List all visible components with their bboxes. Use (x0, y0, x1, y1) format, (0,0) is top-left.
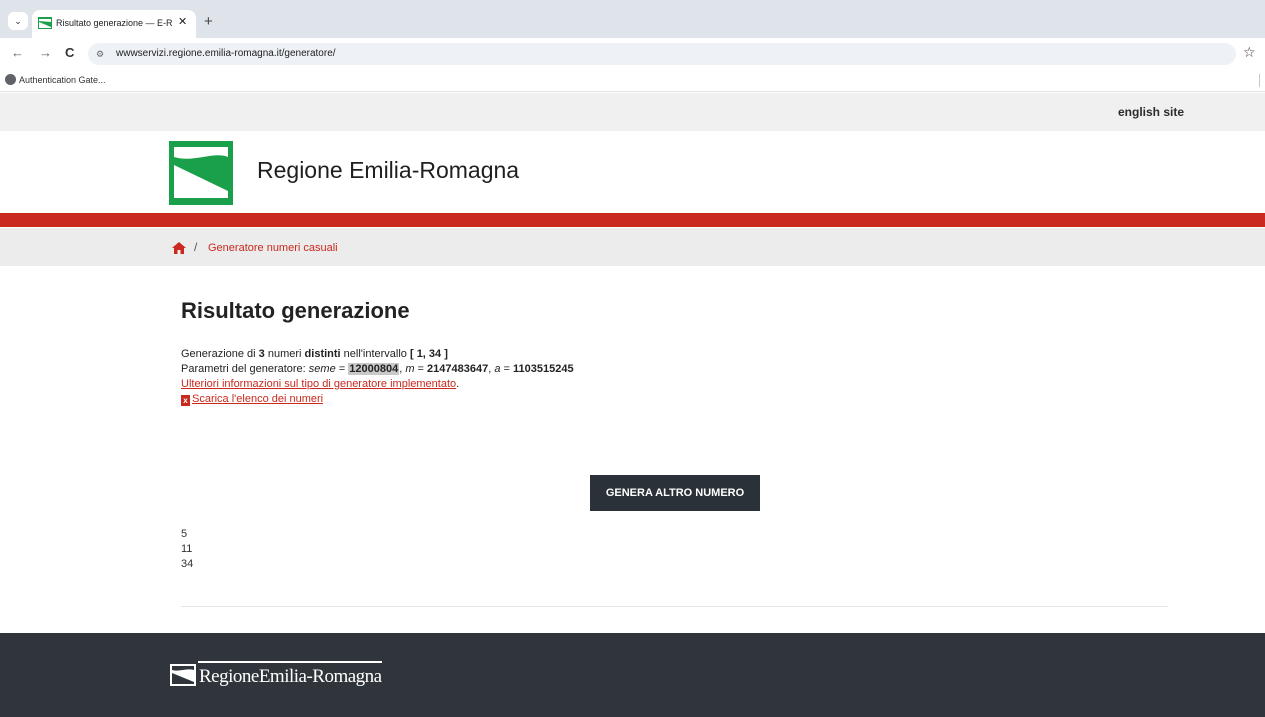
footer-brand-logo[interactable]: RegioneEmilia-Romagna (170, 661, 382, 691)
site-footer: RegioneEmilia-Romagna (0, 633, 1265, 717)
a-value: 1103515245 (513, 363, 574, 375)
generation-info: Generazione di 3 numeri distinti nell'in… (181, 347, 881, 407)
footer-region-mark-icon (170, 664, 196, 686)
browser-tab-bar: ⌄ Risultato generazione — E-R | ✕ + (0, 0, 1265, 38)
bookmarks-divider (1259, 74, 1260, 87)
back-icon[interactable]: ← (11, 45, 24, 61)
tab-search-menu-button[interactable]: ⌄ (8, 12, 28, 30)
footer-brand-text: RegioneEmilia-Romagna (199, 666, 382, 687)
header-red-stripe (0, 213, 1265, 227)
bookmarks-bar: Authentication Gate... (0, 70, 1265, 92)
content-divider (181, 606, 1168, 607)
globe-icon (5, 74, 16, 85)
utility-bar: english site (0, 93, 1265, 131)
download-numbers-link[interactable]: Scarica l'elenco dei numeri (192, 393, 323, 405)
star-icon[interactable]: ☆ (1243, 44, 1256, 60)
list-item: 11 (181, 543, 193, 555)
tab-close-icon[interactable]: ✕ (178, 15, 187, 29)
generate-another-button[interactable]: GENERA ALTRO NUMERO (590, 475, 760, 511)
region-logo-icon[interactable] (169, 141, 233, 205)
breadcrumb-generatore-link[interactable]: Generatore numeri casuali (208, 241, 338, 256)
page-title: Risultato generazione (181, 298, 410, 323)
forward-icon[interactable]: → (39, 45, 52, 61)
breadcrumb: / Generatore numeri casuali (0, 228, 1265, 266)
list-item: 34 (181, 558, 194, 570)
footer-logo-rule (198, 661, 382, 663)
address-bar[interactable]: ⚙ wwwservizi.regione.emilia-romagna.it/g… (88, 43, 1236, 65)
site-header: Regione Emilia-Romagna (0, 131, 1265, 213)
generation-summary: Generazione di 3 numeri distinti nell'in… (181, 348, 448, 360)
site-info-icon[interactable]: ⚙ (96, 47, 104, 61)
distinct-label: distinti (304, 348, 341, 360)
breadcrumb-separator: / (194, 240, 198, 254)
generator-parameters: Parametri del generatore: seme = 1200080… (181, 363, 574, 375)
reload-icon[interactable]: C (65, 45, 74, 61)
url-text[interactable]: wwwservizi.regione.emilia-romagna.it/gen… (116, 47, 336, 61)
tab-title: Risultato generazione — E-R | (56, 18, 174, 28)
generated-numbers-list: 5 11 34 (181, 527, 193, 572)
new-tab-button[interactable]: + (204, 14, 213, 30)
interval-range: [ 1, 34 ] (409, 348, 448, 360)
browser-tab[interactable]: Risultato generazione — E-R | ✕ (32, 10, 196, 38)
region-favicon-icon (38, 17, 52, 29)
seed-value: 12000804 (348, 363, 400, 375)
site-title[interactable]: Regione Emilia-Romagna (257, 156, 519, 184)
english-site-link[interactable]: english site (1118, 105, 1184, 120)
list-item: 5 (181, 528, 188, 540)
generator-info-link[interactable]: Ulteriori informazioni sul tipo di gener… (181, 378, 456, 390)
bookmark-authentication-gate[interactable]: Authentication Gate... (19, 74, 106, 86)
browser-toolbar: ← → C ⚙ wwwservizi.regione.emilia-romagn… (0, 38, 1265, 70)
m-value: 2147483647 (427, 363, 489, 375)
excel-file-icon[interactable]: x (181, 395, 190, 406)
home-icon[interactable] (172, 242, 186, 254)
